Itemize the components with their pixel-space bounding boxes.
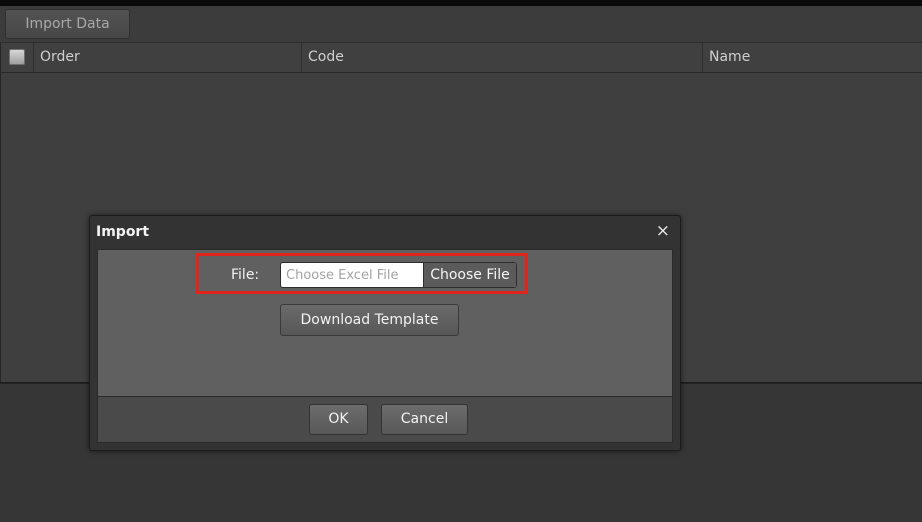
cancel-button[interactable]: Cancel (381, 404, 468, 435)
import-dialog: Import × File: Choose Excel File Choose … (89, 215, 681, 451)
select-all-column (1, 43, 34, 72)
column-header-name[interactable]: Name (703, 43, 922, 72)
import-data-button[interactable]: Import Data (5, 9, 130, 39)
file-input[interactable]: Choose Excel File Choose File (280, 262, 517, 288)
dialog-body: File: Choose Excel File Choose File Down… (97, 249, 673, 397)
dialog-title: Import (96, 224, 150, 240)
close-icon[interactable]: × (656, 221, 670, 241)
download-template-button[interactable]: Download Template (280, 304, 459, 336)
ok-button[interactable]: OK (309, 404, 368, 435)
grid-header: Order Code Name (1, 43, 922, 73)
file-label: File: (231, 267, 260, 283)
dialog-footer: OK Cancel (97, 397, 673, 443)
column-header-order[interactable]: Order (34, 43, 302, 72)
toolbar: Import Data (0, 6, 922, 43)
column-header-code[interactable]: Code (302, 43, 703, 72)
choose-file-button[interactable]: Choose File (423, 263, 516, 287)
file-input-placeholder: Choose Excel File (286, 268, 399, 283)
select-all-checkbox[interactable] (9, 49, 25, 65)
